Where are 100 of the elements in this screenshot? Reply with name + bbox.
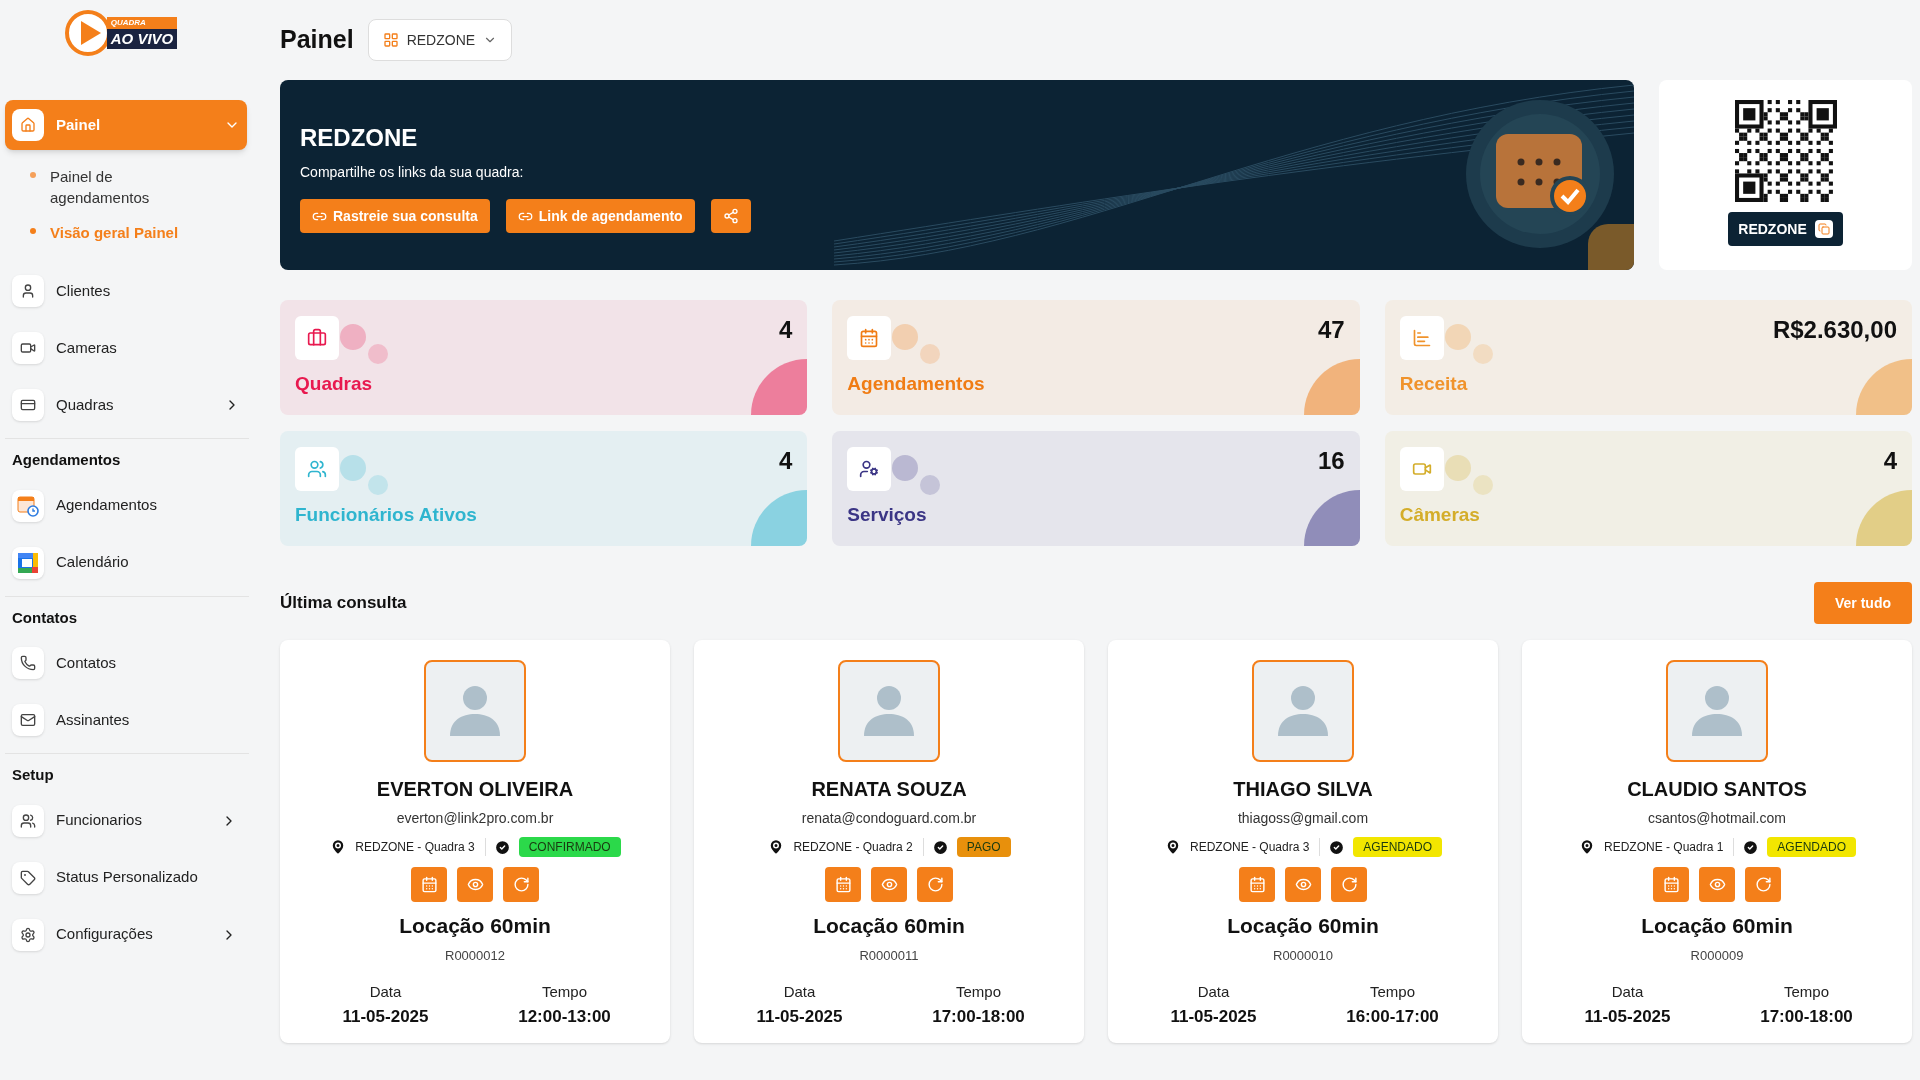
- sidebar-item[interactable]: Configurações: [5, 909, 244, 960]
- service-name: Locação 60min: [1227, 913, 1379, 939]
- corner-shape: [1588, 224, 1634, 270]
- sidebar-item[interactable]: Cameras: [5, 323, 247, 373]
- customer-email: thiagoss@gmail.com: [1237, 809, 1369, 828]
- sidebar-item[interactable]: Quadras: [5, 380, 247, 430]
- action-button[interactable]: [1653, 867, 1689, 902]
- action-button[interactable]: [457, 867, 493, 902]
- stat-icon: [307, 328, 327, 348]
- action-button[interactable]: [1745, 867, 1781, 902]
- service-name: Locação 60min: [1641, 913, 1793, 939]
- sidebar-item[interactable]: Calendário: [5, 537, 244, 588]
- person-silhouette-icon: [863, 684, 915, 736]
- sidebar-item[interactable]: Clientes: [5, 266, 247, 316]
- action-button[interactable]: [1699, 867, 1735, 902]
- person-silhouette-icon: [1277, 684, 1329, 736]
- nav-icon: [20, 117, 36, 133]
- section-heading: Setup: [11, 765, 55, 785]
- eye-icon: [466, 876, 484, 893]
- venue-select[interactable]: REDZONE: [367, 19, 513, 61]
- person-silhouette-icon: [449, 684, 501, 736]
- share-icon: [722, 208, 739, 224]
- booking-code: R0000012: [445, 946, 505, 965]
- nav-icon: [20, 340, 36, 356]
- service-name: Locação 60min: [813, 913, 965, 939]
- customer-name: RENATA SOUZA: [811, 777, 967, 802]
- page-title: Painel: [280, 24, 354, 56]
- section-heading: Contatos: [11, 607, 78, 628]
- stat-value: 4: [778, 449, 793, 473]
- court-name: REDZONE - Quadra 3: [1189, 838, 1321, 856]
- time-label: Tempo: [955, 982, 1002, 1002]
- booking-code: R0000010: [1273, 946, 1333, 965]
- service-name: Locação 60min: [399, 913, 551, 939]
- stat-value: R$2.630,00: [1772, 318, 1897, 342]
- nav-icon: [20, 655, 36, 671]
- share-button[interactable]: [710, 199, 751, 233]
- stat-label: Câmeras: [1399, 503, 1481, 527]
- customer-name: THIAGO SILVA: [1233, 777, 1373, 802]
- check-circle-icon: [1742, 838, 1760, 856]
- stat-label: Quadras: [295, 372, 374, 396]
- sidebar-item[interactable]: Agendamentos: [5, 480, 244, 531]
- stat-icon: [859, 328, 880, 348]
- stat-value: 4: [1883, 449, 1897, 473]
- grid-icon: [382, 32, 399, 48]
- calendar-app-icon: [17, 551, 39, 574]
- action-button[interactable]: [1285, 867, 1321, 902]
- nav-icon: [20, 397, 36, 413]
- customer-email: everton@link2pro.com.br: [396, 809, 554, 828]
- action-button[interactable]: [871, 867, 907, 902]
- stat-icon: [859, 459, 880, 479]
- date-label: Data: [1610, 982, 1645, 1002]
- date-label: Data: [368, 982, 403, 1002]
- copy-icon: [1817, 223, 1830, 235]
- calendar-icon: [1248, 876, 1266, 893]
- customer-email: csantos@hotmail.com: [1648, 809, 1786, 828]
- stat-value: 4: [778, 318, 793, 342]
- submenu-item[interactable]: Painel de agendamentos: [30, 166, 252, 208]
- calendar-icon: [1662, 876, 1680, 893]
- sidebar-item[interactable]: Status Personalizado: [5, 852, 244, 903]
- action-button[interactable]: [917, 867, 953, 902]
- nav-icon: [20, 283, 36, 299]
- action-button[interactable]: [1239, 867, 1275, 902]
- section-title: Última consulta: [280, 592, 407, 615]
- refresh-icon: [1340, 876, 1358, 893]
- customer-email: renata@condoguard.com.br: [801, 809, 977, 828]
- sidebar-item[interactable]: Funcionarios: [5, 795, 244, 846]
- sidebar-item[interactable]: Assinantes: [5, 695, 244, 745]
- eye-icon: [880, 876, 898, 893]
- eye-icon: [1294, 876, 1312, 893]
- court-name: REDZONE - Quadra 2: [793, 838, 924, 856]
- time-value: 17:00-18:00: [1759, 1005, 1854, 1028]
- date-value: 11-05-2025: [341, 1005, 430, 1028]
- time-label: Tempo: [1369, 982, 1416, 1002]
- logo: QUADRA AO VIVO: [64, 10, 178, 56]
- nav-icon: [20, 926, 36, 943]
- stat-value: 47: [1317, 318, 1345, 342]
- action-button[interactable]: [825, 867, 861, 902]
- person-silhouette-icon: [1691, 684, 1743, 736]
- customer-name: CLAUDIO SANTOS: [1627, 777, 1807, 802]
- stat-label: Serviços: [847, 503, 928, 527]
- status-badge: AGENDADO: [1353, 837, 1443, 857]
- booking-code: R000009: [1690, 946, 1744, 965]
- action-button[interactable]: [411, 867, 447, 902]
- eye-icon: [1708, 876, 1726, 893]
- bullet-icon: [30, 172, 36, 178]
- date-label: Data: [782, 982, 817, 1002]
- stat-label: Funcionários Ativos: [295, 503, 478, 527]
- time-label: Tempo: [541, 982, 588, 1002]
- check-circle-icon: [931, 838, 949, 856]
- bullet-icon: [30, 228, 36, 234]
- stat-icon: [307, 459, 327, 479]
- refresh-icon: [512, 876, 530, 893]
- action-button[interactable]: [503, 867, 539, 902]
- action-button[interactable]: [1331, 867, 1367, 902]
- time-value: 17:00-18:00: [931, 1005, 1026, 1028]
- sidebar-item[interactable]: Contatos: [5, 638, 244, 688]
- stat-label: Agendamentos: [847, 372, 986, 396]
- status-badge: AGENDADO: [1767, 837, 1857, 857]
- refresh-icon: [1754, 876, 1772, 893]
- calendar-icon: [420, 876, 438, 893]
